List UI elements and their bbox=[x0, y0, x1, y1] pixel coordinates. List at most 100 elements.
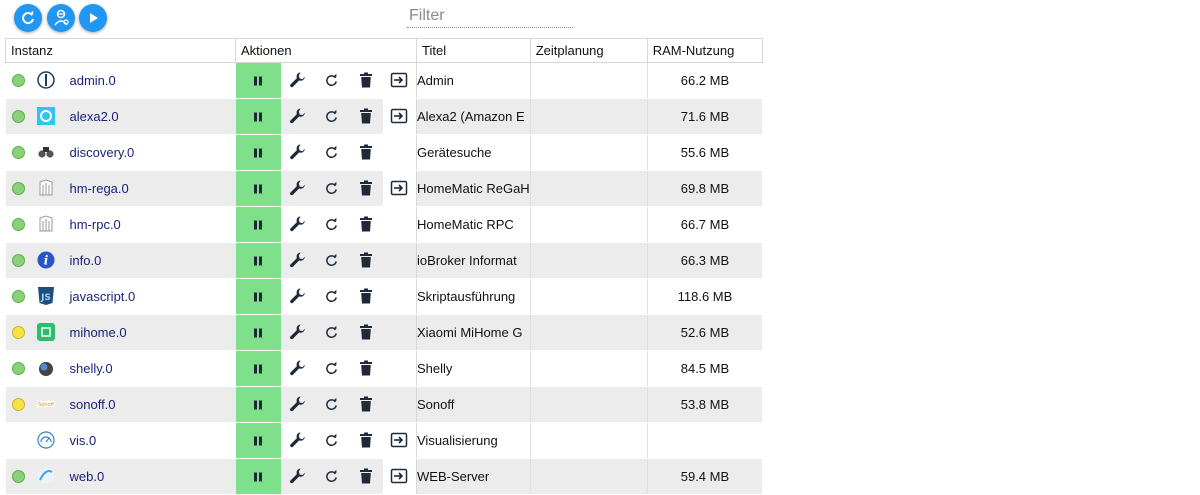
delete-button[interactable] bbox=[356, 106, 376, 126]
header-schedule[interactable]: Zeitplanung bbox=[529, 38, 648, 63]
pause-button[interactable] bbox=[248, 395, 268, 415]
open-web-button[interactable] bbox=[389, 430, 409, 450]
open-web-button[interactable] bbox=[389, 466, 409, 486]
settings-button[interactable] bbox=[288, 106, 308, 126]
pause-button[interactable] bbox=[248, 143, 268, 163]
delete-button[interactable] bbox=[356, 70, 376, 90]
filter-input[interactable] bbox=[407, 5, 573, 28]
delete-button[interactable] bbox=[356, 142, 376, 162]
delete-button[interactable] bbox=[356, 430, 376, 450]
pause-button[interactable] bbox=[248, 107, 268, 127]
pause-button[interactable] bbox=[248, 215, 268, 235]
wrench-icon bbox=[289, 180, 305, 195]
header-ram[interactable]: RAM-Nutzung bbox=[646, 38, 763, 63]
open-web-button[interactable] bbox=[389, 178, 409, 198]
settings-button[interactable] bbox=[288, 430, 308, 450]
schedule-cell[interactable] bbox=[530, 278, 648, 315]
restart-button[interactable] bbox=[322, 358, 342, 378]
restart-button[interactable] bbox=[322, 250, 342, 270]
settings-button[interactable] bbox=[288, 358, 308, 378]
instance-name-link[interactable]: hm-rega.0 bbox=[66, 181, 129, 196]
schedule-cell[interactable] bbox=[530, 62, 648, 99]
instance-name-link[interactable]: javascript.0 bbox=[66, 289, 136, 304]
delete-button[interactable] bbox=[356, 466, 376, 486]
restart-button[interactable] bbox=[322, 70, 342, 90]
settings-button[interactable] bbox=[288, 322, 308, 342]
refresh-button[interactable] bbox=[14, 4, 42, 32]
delete-cell bbox=[348, 242, 383, 279]
restart-button[interactable] bbox=[322, 322, 342, 342]
settings-button[interactable] bbox=[288, 286, 308, 306]
delete-button[interactable] bbox=[356, 178, 376, 198]
settings-button[interactable] bbox=[288, 250, 308, 270]
table-row: hm-rpc.0 HomeMatic RPC 66.7 MB bbox=[5, 206, 763, 243]
instance-name-link[interactable]: alexa2.0 bbox=[66, 109, 119, 124]
expert-mode-button[interactable] bbox=[47, 4, 75, 32]
binoculars-icon bbox=[37, 147, 54, 158]
restart-icon bbox=[326, 73, 337, 86]
adapter-icon-cell bbox=[35, 458, 66, 495]
restart-button[interactable] bbox=[322, 394, 342, 414]
instance-name-link[interactable]: vis.0 bbox=[66, 433, 97, 448]
open-web-cell bbox=[382, 134, 417, 171]
schedule-cell[interactable] bbox=[530, 422, 648, 459]
delete-button[interactable] bbox=[356, 394, 376, 414]
delete-button[interactable] bbox=[356, 358, 376, 378]
ram-usage: 69.8 MB bbox=[647, 170, 763, 207]
settings-button[interactable] bbox=[288, 70, 308, 90]
adapter-icon-cell bbox=[35, 206, 66, 243]
restart-button[interactable] bbox=[322, 214, 342, 234]
delete-button[interactable] bbox=[356, 286, 376, 306]
settings-button[interactable] bbox=[288, 394, 308, 414]
settings-button[interactable] bbox=[288, 466, 308, 486]
instance-name-link[interactable]: sonoff.0 bbox=[66, 397, 116, 412]
pause-button[interactable] bbox=[248, 431, 268, 451]
settings-button[interactable] bbox=[288, 142, 308, 162]
schedule-cell[interactable] bbox=[530, 98, 648, 135]
open-web-cell bbox=[382, 206, 417, 243]
pause-button[interactable] bbox=[248, 287, 268, 307]
schedule-cell[interactable] bbox=[530, 350, 648, 387]
pause-button[interactable] bbox=[248, 323, 268, 343]
instance-name-link[interactable]: admin.0 bbox=[66, 73, 116, 88]
restart-button[interactable] bbox=[322, 178, 342, 198]
javascript-icon: JS bbox=[37, 287, 54, 305]
open-web-button[interactable] bbox=[389, 70, 409, 90]
delete-button[interactable] bbox=[356, 214, 376, 234]
table-row: Sonoff sonoff.0 Sonoff 53.8 MB bbox=[5, 386, 763, 423]
settings-button[interactable] bbox=[288, 214, 308, 234]
schedule-cell[interactable] bbox=[530, 314, 648, 351]
pause-button[interactable] bbox=[248, 467, 268, 487]
pause-icon bbox=[254, 184, 262, 193]
restart-button[interactable] bbox=[322, 466, 342, 486]
pause-button[interactable] bbox=[248, 251, 268, 271]
restart-button[interactable] bbox=[322, 106, 342, 126]
delete-button[interactable] bbox=[356, 250, 376, 270]
pause-button[interactable] bbox=[248, 71, 268, 91]
restart-button[interactable] bbox=[322, 142, 342, 162]
schedule-cell[interactable] bbox=[530, 134, 648, 171]
delete-button[interactable] bbox=[356, 322, 376, 342]
ram-usage: 66.7 MB bbox=[647, 206, 763, 243]
schedule-cell[interactable] bbox=[530, 386, 648, 423]
schedule-cell[interactable] bbox=[530, 170, 648, 207]
instance-name-link[interactable]: shelly.0 bbox=[66, 361, 113, 376]
restart-button[interactable] bbox=[322, 430, 342, 450]
schedule-cell[interactable] bbox=[530, 206, 648, 243]
settings-button[interactable] bbox=[288, 178, 308, 198]
instance-name-link[interactable]: hm-rpc.0 bbox=[66, 217, 121, 232]
open-web-button[interactable] bbox=[389, 106, 409, 126]
schedule-cell[interactable] bbox=[530, 242, 648, 279]
instance-name-link[interactable]: discovery.0 bbox=[66, 145, 135, 160]
pause-button[interactable] bbox=[248, 359, 268, 379]
restart-button[interactable] bbox=[322, 286, 342, 306]
pause-button[interactable] bbox=[248, 179, 268, 199]
header-instance[interactable]: Instanz bbox=[5, 38, 236, 63]
instance-name-link[interactable]: mihome.0 bbox=[66, 325, 127, 340]
instance-name-link[interactable]: info.0 bbox=[66, 253, 102, 268]
open-web-cell bbox=[382, 62, 417, 99]
trash-icon bbox=[359, 360, 372, 376]
header-title[interactable]: Titel bbox=[416, 38, 531, 63]
schedule-cell[interactable] bbox=[530, 458, 648, 495]
start-button[interactable] bbox=[79, 4, 107, 32]
